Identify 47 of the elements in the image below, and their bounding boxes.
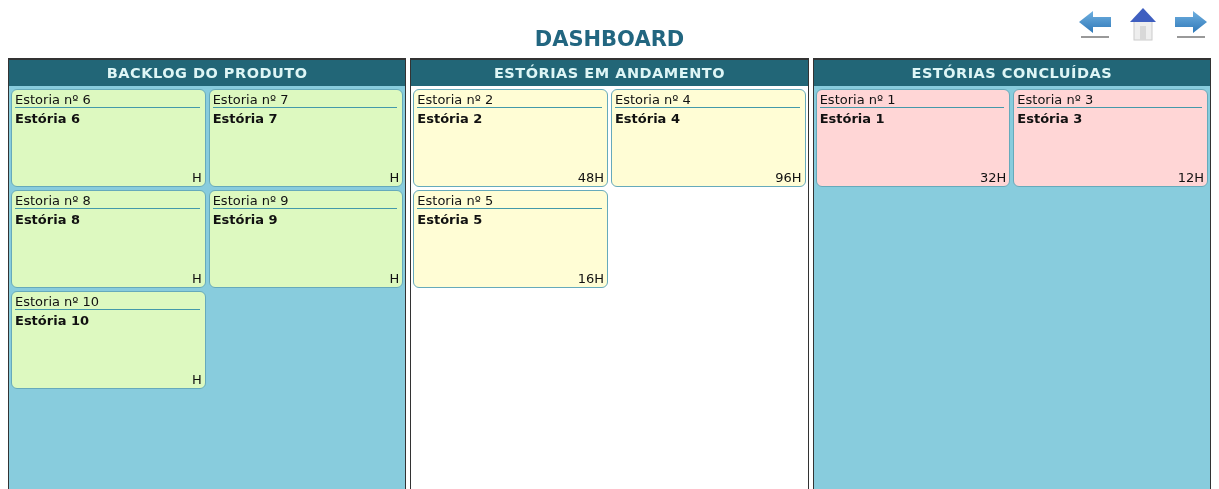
story-number: Estoria nº 2 (417, 92, 602, 108)
story-number: Estoria nº 7 (212, 92, 398, 108)
story-card[interactable]: Estoria nº 8 Estória 8 H (11, 190, 206, 288)
story-hours: 48H (576, 170, 604, 186)
story-name: Estória 4 (615, 111, 681, 127)
story-name: Estória 8 (15, 212, 81, 228)
house-icon[interactable] (1129, 6, 1157, 42)
story-card[interactable]: Estoria nº 2 Estória 2 48H (413, 89, 608, 187)
story-card[interactable]: Estoria nº 3 Estória 3 12H (1013, 89, 1208, 187)
story-name: Estória 2 (417, 111, 484, 127)
story-hours: H (388, 271, 400, 287)
story-number: Estoria nº 10 (15, 294, 200, 310)
story-card[interactable]: Estoria nº 7 Estória 7 H (208, 89, 404, 187)
story-hours: H (388, 170, 400, 186)
page-title: DASHBOARD (534, 26, 685, 52)
story-name: Estória 9 (212, 212, 279, 228)
story-name: Estória 3 (1017, 111, 1084, 127)
column-header: BACKLOG DO PRODUTO (9, 60, 406, 86)
story-name: Estória 7 (212, 111, 279, 127)
story-number: Estoria nº 1 (819, 92, 1005, 108)
story-number: Estoria nº 3 (1017, 92, 1202, 108)
story-name: Estória 10 (15, 313, 91, 329)
story-name: Estória 5 (417, 212, 484, 228)
story-number: Estoria nº 6 (15, 92, 200, 108)
story-number: Estoria nº 8 (15, 193, 200, 209)
story-number: Estoria nº 4 (615, 92, 800, 108)
story-hours: H (190, 372, 202, 388)
story-card[interactable]: Estoria nº 9 Estória 9 H (208, 190, 404, 288)
story-card[interactable]: Estoria nº 6 Estória 6 H (11, 89, 206, 187)
column-header: ESTÓRIAS EM ANDAMENTO (411, 60, 808, 86)
story-hours: 96H (774, 170, 802, 186)
story-hours: H (190, 170, 202, 186)
story-card[interactable]: Estoria nº 4 Estória 4 96H (611, 89, 806, 187)
story-card[interactable]: Estoria nº 1 Estória 1 32H (815, 89, 1011, 187)
right-arrow-icon[interactable] (1173, 9, 1209, 39)
story-hours: 12H (1176, 170, 1204, 186)
left-arrow-icon[interactable] (1077, 9, 1113, 39)
story-hours: 16H (576, 271, 604, 287)
story-hours: H (190, 271, 202, 287)
story-card[interactable]: Estoria nº 5 Estória 5 16H (413, 190, 608, 288)
story-number: Estoria nº 5 (417, 193, 602, 209)
story-number: Estoria nº 9 (212, 193, 398, 209)
story-name: Estória 6 (15, 111, 81, 127)
column-header: ESTÓRIAS CONCLUÍDAS (813, 60, 1210, 86)
story-hours: 32H (979, 170, 1007, 186)
story-name: Estória 1 (819, 111, 886, 127)
story-card[interactable]: Estoria nº 10 Estória 10 H (11, 291, 206, 389)
